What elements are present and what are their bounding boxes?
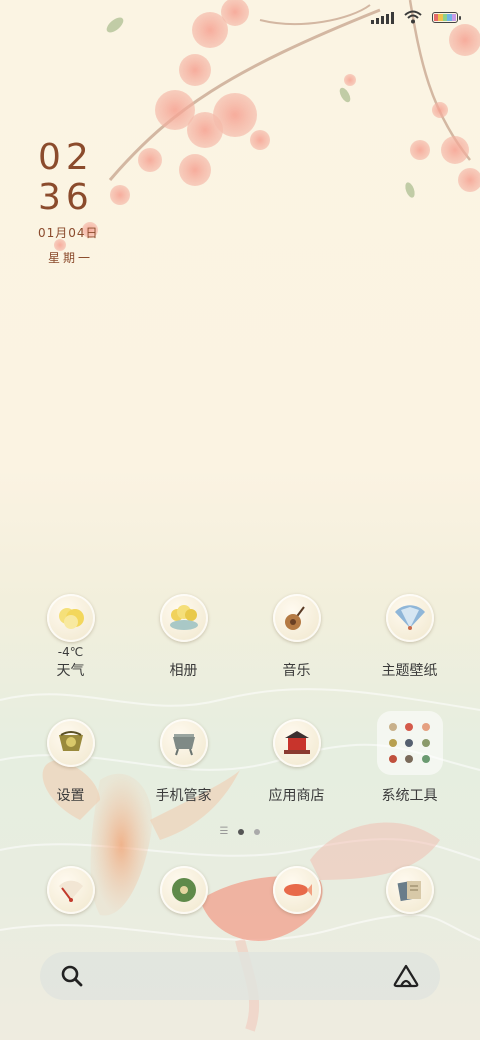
battery-icon	[432, 11, 461, 23]
page-indicator[interactable]: ☰	[0, 826, 480, 837]
page-dot-active[interactable]	[238, 828, 245, 835]
app-label-weather: 天气	[56, 663, 85, 679]
gallery-icon	[159, 594, 208, 642]
app-system-tools[interactable]: 系统工具	[353, 711, 466, 805]
dock-app-3[interactable]	[240, 866, 353, 914]
app-weather[interactable]: -4℃ 天气	[14, 594, 127, 680]
search-icon[interactable]	[60, 964, 84, 988]
page-dot[interactable]	[254, 828, 261, 835]
status-bar	[371, 10, 461, 24]
app-app-store[interactable]: 应用商店	[240, 719, 353, 805]
settings-icon	[46, 719, 95, 767]
wifi-icon	[404, 10, 422, 24]
app-store-icon	[272, 719, 321, 767]
app-label-themes: 主题壁纸	[381, 663, 438, 679]
phone-manager-icon	[159, 719, 208, 767]
page-menu-icon[interactable]: ☰	[220, 826, 229, 837]
assistant-icon[interactable]	[392, 964, 420, 988]
app-label-gallery: 相册	[169, 663, 198, 679]
music-icon	[272, 594, 321, 642]
dock	[14, 866, 466, 914]
search-bar[interactable]	[40, 952, 440, 1000]
app-label-app-store: 应用商店	[268, 788, 325, 804]
app-settings[interactable]: 设置	[14, 719, 127, 805]
signal-icon	[371, 11, 394, 24]
dock-app-1[interactable]	[14, 866, 127, 914]
compass-icon	[159, 866, 208, 914]
dock-app-4[interactable]	[353, 866, 466, 914]
theme-icon	[385, 594, 434, 642]
home-screen: 02 36 01月04日 星期一 -4℃ 天气 相册 音乐 主题壁纸 设置 手机…	[0, 0, 480, 1040]
app-phone-manager[interactable]: 手机管家	[127, 719, 240, 805]
folder-icon	[376, 711, 443, 775]
app-grid-row-1: -4℃ 天气 相册 音乐 主题壁纸	[14, 594, 466, 680]
clock-widget[interactable]: 02 36 01月04日 星期一	[38, 138, 99, 266]
clock-hours: 02	[38, 137, 94, 178]
books-icon	[385, 866, 434, 914]
app-themes[interactable]: 主题壁纸	[353, 594, 466, 680]
dock-app-2[interactable]	[127, 866, 240, 914]
app-gallery[interactable]: 相册	[127, 594, 240, 680]
fan-icon	[46, 866, 95, 914]
clock-date: 01月04日	[38, 226, 99, 240]
weather-temp: -4℃	[57, 645, 84, 659]
app-label-system-tools: 系统工具	[381, 788, 438, 804]
app-label-settings: 设置	[56, 788, 85, 804]
app-grid-row-2: 设置 手机管家 应用商店 系统工具	[14, 711, 466, 805]
clock-minutes: 36	[38, 177, 94, 218]
weather-icon	[46, 594, 95, 642]
fish-icon	[272, 866, 321, 914]
app-label-music: 音乐	[282, 663, 311, 679]
app-label-phone-manager: 手机管家	[155, 788, 212, 804]
app-music[interactable]: 音乐	[240, 594, 353, 680]
clock-weekday: 星期一	[48, 251, 94, 265]
